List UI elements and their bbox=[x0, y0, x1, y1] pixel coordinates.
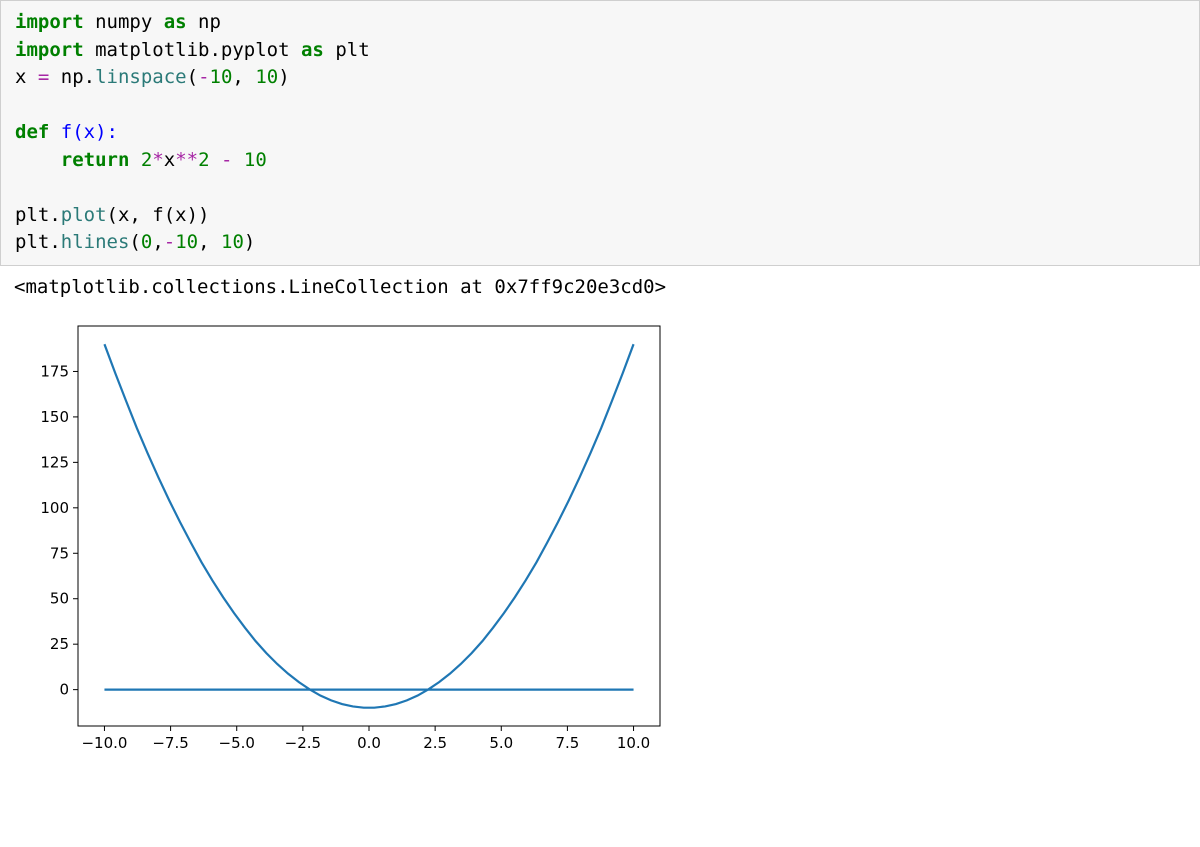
y-tick-label: 175 bbox=[40, 362, 69, 380]
x-tick-label: −2.5 bbox=[285, 734, 321, 752]
code-line-6: plt.plot(x, f(x)) bbox=[15, 204, 209, 226]
parabola-chart: 0 25 50 75 100 125 150 175 −10.0 −7.5 −5.0 −2.5 0.0 2… bbox=[14, 312, 674, 772]
code-line-5: return 2*x**2 - 10 bbox=[15, 149, 267, 171]
y-tick-label: 150 bbox=[40, 408, 69, 426]
x-tick-label: −7.5 bbox=[152, 734, 188, 752]
x-tick-label: 0.0 bbox=[357, 734, 381, 752]
x-tick-label: 5.0 bbox=[489, 734, 513, 752]
x-tick-label: 2.5 bbox=[423, 734, 447, 752]
x-tick-label: 10.0 bbox=[617, 734, 650, 752]
x-tick-label: −5.0 bbox=[219, 734, 255, 752]
y-tick-label: 100 bbox=[40, 499, 69, 517]
y-tick-label: 75 bbox=[50, 544, 69, 562]
code-line-3: x = np.linspace(-10, 10) bbox=[15, 66, 290, 88]
y-tick-label: 125 bbox=[40, 453, 69, 471]
code-line-7: plt.hlines(0,-10, 10) bbox=[15, 231, 255, 253]
code-line-1: import numpy as np bbox=[15, 11, 221, 33]
code-line-4: def f(x): bbox=[15, 121, 118, 143]
y-tick-label: 0 bbox=[59, 681, 69, 699]
output-repr: <matplotlib.collections.LineCollection a… bbox=[0, 266, 1200, 302]
code-cell: import numpy as np import matplotlib.pyp… bbox=[0, 0, 1200, 266]
y-tick-label: 25 bbox=[50, 635, 69, 653]
x-tick-label: 7.5 bbox=[555, 734, 579, 752]
parabola-curve bbox=[104, 344, 633, 707]
y-tick-label: 50 bbox=[50, 590, 69, 608]
chart-output: 0 25 50 75 100 125 150 175 −10.0 −7.5 −5.0 −2.5 0.0 2… bbox=[0, 302, 1200, 782]
x-tick-label: −10.0 bbox=[81, 734, 127, 752]
axes-frame bbox=[78, 326, 660, 726]
code-line-2: import matplotlib.pyplot as plt bbox=[15, 39, 370, 61]
